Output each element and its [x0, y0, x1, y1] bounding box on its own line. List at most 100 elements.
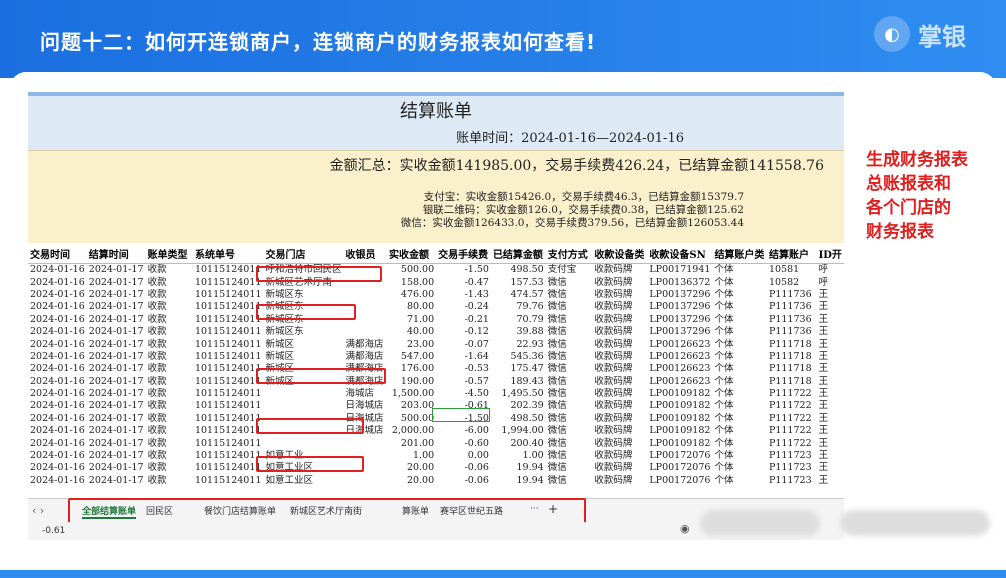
- table-cell[interactable]: 190.00: [387, 376, 436, 388]
- table-cell[interactable]: 王: [817, 314, 844, 326]
- column-header[interactable]: ID开: [816, 243, 844, 264]
- table-cell[interactable]: LP00109182: [647, 388, 712, 400]
- table-cell[interactable]: 2024-01-17: [87, 289, 146, 301]
- table-cell[interactable]: 176.00: [387, 363, 436, 375]
- table-cell[interactable]: 10115124011: [193, 462, 264, 474]
- table-cell[interactable]: 王: [817, 388, 844, 400]
- table-cell[interactable]: 个体: [712, 264, 767, 277]
- table-cell[interactable]: 收款码牌: [592, 326, 647, 338]
- table-cell[interactable]: -1.64: [436, 351, 491, 363]
- table-cell[interactable]: 收款: [146, 475, 193, 487]
- table-cell[interactable]: 157.53: [491, 276, 546, 288]
- table-cell[interactable]: LP00126623: [647, 363, 712, 375]
- table-cell[interactable]: 个体: [712, 462, 767, 474]
- table-cell[interactable]: 2024-01-17: [87, 376, 146, 388]
- table-cell[interactable]: P111718: [767, 338, 817, 350]
- table-cell[interactable]: 19.94: [491, 462, 546, 474]
- table-cell[interactable]: 39.88: [491, 326, 546, 338]
- table-cell[interactable]: 2024-01-16: [28, 400, 87, 412]
- table-row[interactable]: 2024-01-16 2024-01-17 收款 10115124011 呼和浩特市回民…: [28, 264, 844, 277]
- table-cell[interactable]: 个体: [712, 301, 767, 313]
- table-cell[interactable]: 2024-01-17: [87, 338, 146, 350]
- table-cell[interactable]: 王: [817, 437, 844, 449]
- table-cell[interactable]: 收款码牌: [592, 276, 647, 288]
- table-cell[interactable]: 2024-01-16: [28, 376, 87, 388]
- table-cell[interactable]: 19.94: [491, 475, 546, 487]
- table-cell[interactable]: 10115124011: [193, 437, 264, 449]
- table-cell[interactable]: LP00172076: [647, 450, 712, 462]
- table-cell[interactable]: 2024-01-16: [28, 338, 87, 350]
- table-cell[interactable]: 10115124011: [193, 301, 264, 313]
- table-cell[interactable]: 微信: [546, 475, 593, 487]
- table-cell[interactable]: 202.39: [491, 400, 546, 412]
- table-cell[interactable]: 10115124011: [193, 276, 264, 288]
- table-cell[interactable]: 收款: [146, 276, 193, 288]
- table-cell[interactable]: 微信: [546, 388, 593, 400]
- table-cell[interactable]: 2024-01-16: [28, 276, 87, 288]
- table-cell[interactable]: -0.07: [436, 338, 491, 350]
- table-cell[interactable]: -1.43: [436, 289, 491, 301]
- table-cell[interactable]: P111723: [767, 450, 817, 462]
- table-row[interactable]: 2024-01-16 2024-01-17 收款 10115124011 新城区 满都海店…: [28, 363, 844, 375]
- table-cell[interactable]: LP00171941: [647, 264, 712, 277]
- table-cell[interactable]: 个体: [712, 413, 767, 425]
- table-cell[interactable]: 收款码牌: [592, 388, 647, 400]
- table-cell[interactable]: 498.50: [491, 264, 546, 277]
- table-cell[interactable]: LP00126623: [647, 376, 712, 388]
- column-header[interactable]: 交易门店: [263, 243, 344, 264]
- column-header[interactable]: 交易时间: [28, 243, 87, 264]
- table-cell[interactable]: 2024-01-17: [87, 462, 146, 474]
- table-cell[interactable]: 收款: [146, 437, 193, 449]
- table-cell[interactable]: 10115124011: [193, 314, 264, 326]
- table-cell[interactable]: -0.06: [436, 475, 491, 487]
- table-cell[interactable]: 1,500.00: [387, 388, 436, 400]
- table-cell[interactable]: LP00126623: [647, 338, 712, 350]
- table-cell[interactable]: 王: [817, 413, 844, 425]
- column-header[interactable]: 收款设备SN: [647, 243, 713, 264]
- table-cell[interactable]: 收款: [146, 338, 193, 350]
- table-cell[interactable]: 呼: [817, 276, 844, 288]
- table-cell[interactable]: 支付宝: [546, 264, 593, 277]
- table-row[interactable]: 2024-01-16 2024-01-17 收款 10115124011 海城店 1,50…: [28, 388, 844, 400]
- table-cell[interactable]: [343, 326, 387, 338]
- table-cell[interactable]: P111718: [767, 363, 817, 375]
- table-cell[interactable]: 个体: [712, 314, 767, 326]
- table-cell[interactable]: 微信: [546, 351, 593, 363]
- table-cell[interactable]: P111736: [767, 326, 817, 338]
- table-row[interactable]: 2024-01-16 2024-01-17 收款 10115124011 新城区 满都海店…: [28, 338, 844, 350]
- table-cell[interactable]: 498.50: [491, 413, 546, 425]
- table-cell[interactable]: 收款: [146, 450, 193, 462]
- table-cell[interactable]: 微信: [546, 289, 593, 301]
- table-cell[interactable]: 2024-01-16: [28, 326, 87, 338]
- table-cell[interactable]: 收款码牌: [592, 425, 647, 437]
- table-cell[interactable]: -0.24: [436, 301, 491, 313]
- table-cell[interactable]: 500.00: [387, 264, 436, 277]
- table-cell[interactable]: 收款: [146, 413, 193, 425]
- table-cell[interactable]: 收款码牌: [592, 301, 647, 313]
- table-cell[interactable]: LP00109182: [647, 413, 712, 425]
- table-row[interactable]: 2024-01-16 2024-01-17 收款 10115124011 新城区东 80.…: [28, 301, 844, 313]
- table-cell[interactable]: 微信: [546, 450, 593, 462]
- table-cell[interactable]: 王: [817, 400, 844, 412]
- table-row[interactable]: 2024-01-16 2024-01-17 收款 10115124011 201.00-…: [28, 437, 844, 449]
- table-cell[interactable]: [263, 388, 343, 400]
- column-header[interactable]: 结算账户类: [712, 243, 767, 264]
- table-cell[interactable]: P111736: [767, 314, 817, 326]
- column-header[interactable]: 结算时间: [86, 243, 146, 264]
- table-cell[interactable]: 收款码牌: [592, 376, 647, 388]
- table-cell[interactable]: 20.00: [387, 462, 436, 474]
- table-cell[interactable]: 微信: [546, 326, 593, 338]
- table-cell[interactable]: 476.00: [387, 289, 436, 301]
- table-cell[interactable]: [263, 437, 343, 449]
- table-cell[interactable]: 2024-01-16: [28, 363, 87, 375]
- table-cell[interactable]: 201.00: [387, 437, 436, 449]
- table-cell[interactable]: 满都海店: [343, 351, 387, 363]
- table-cell[interactable]: 2024-01-17: [87, 388, 146, 400]
- table-cell[interactable]: 王: [817, 462, 844, 474]
- table-cell[interactable]: 2024-01-17: [87, 351, 146, 363]
- table-cell[interactable]: 收款: [146, 326, 193, 338]
- table-cell[interactable]: 2024-01-17: [87, 264, 146, 277]
- table-cell[interactable]: 2024-01-17: [87, 437, 146, 449]
- table-cell[interactable]: 收款: [146, 425, 193, 437]
- table-cell[interactable]: 20.00: [387, 475, 436, 487]
